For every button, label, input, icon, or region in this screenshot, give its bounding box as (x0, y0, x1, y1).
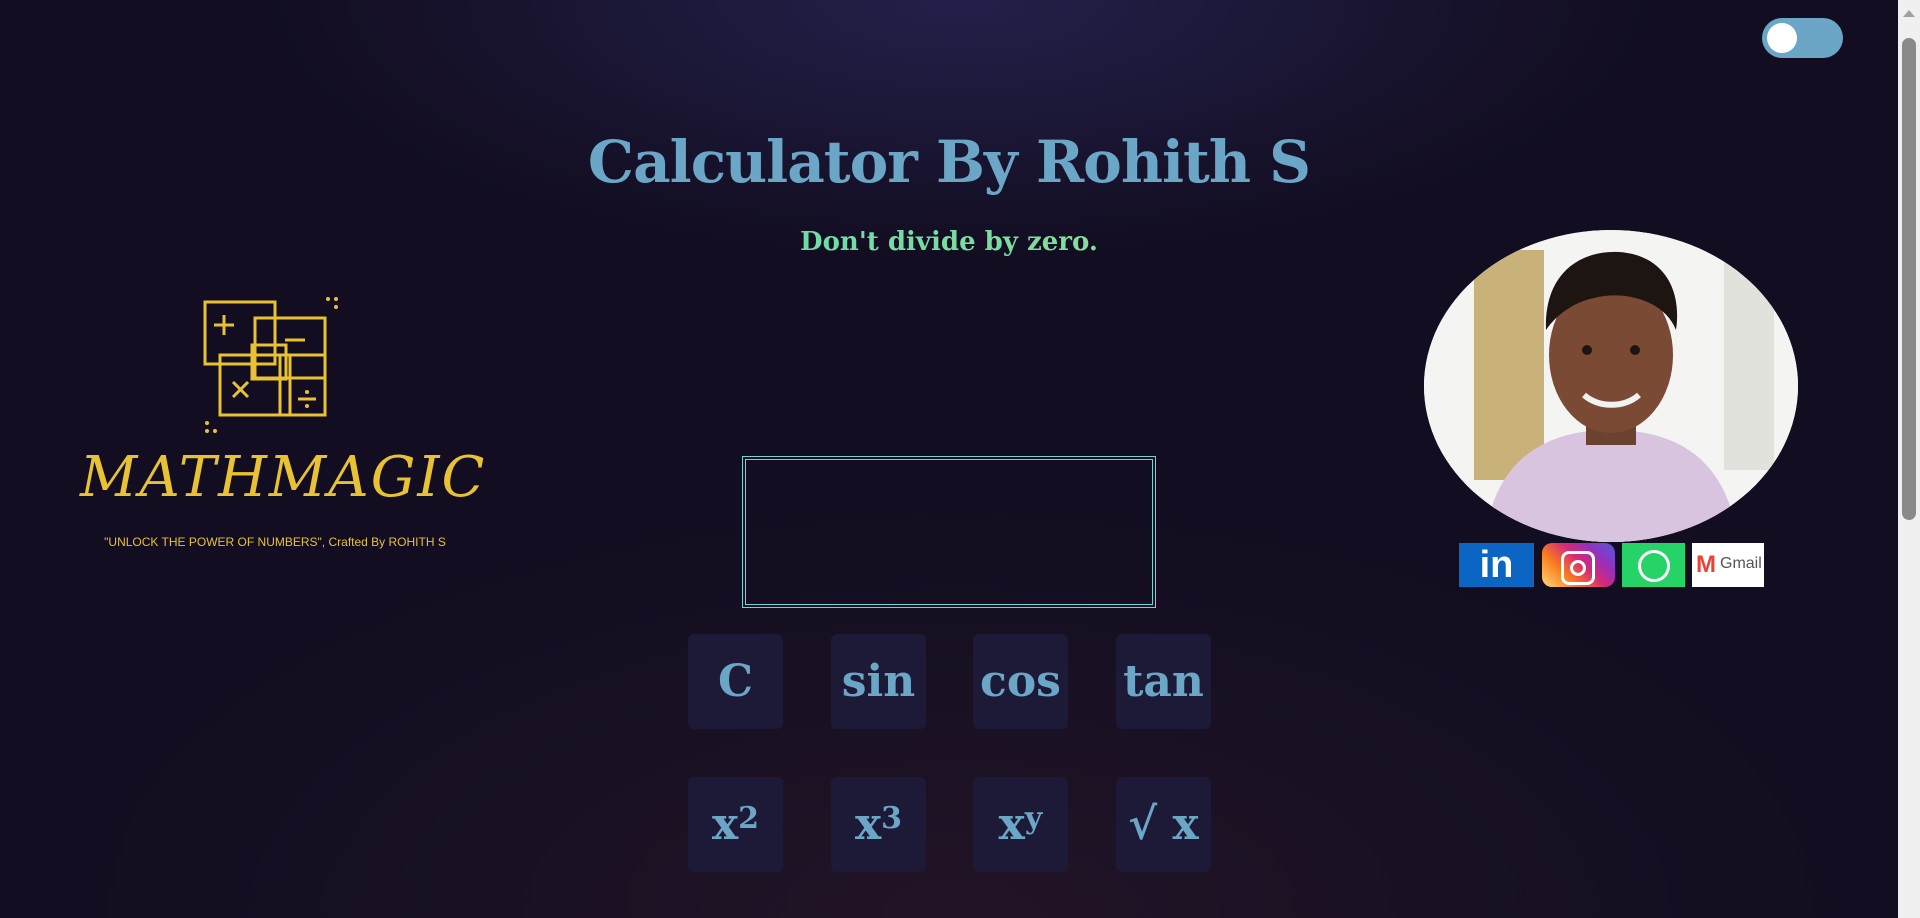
whatsapp-icon[interactable] (1622, 543, 1685, 587)
scroll-up-arrow-icon[interactable] (1903, 10, 1915, 17)
power-exponent: y (1024, 801, 1043, 836)
square-button[interactable]: x2 (688, 777, 783, 872)
linkedin-icon[interactable]: in (1459, 543, 1534, 587)
mathmagic-logo: MATHMAGIC "UNLOCK THE POWER OF NUMBERS",… (70, 295, 487, 555)
page-title: Calculator By Rohith S (587, 128, 1311, 196)
cube-exponent: 3 (881, 801, 903, 836)
sin-button[interactable]: sin (831, 634, 926, 729)
cos-button[interactable]: cos (973, 634, 1068, 729)
toggle-knob (1767, 23, 1797, 53)
tan-button[interactable]: tan (1116, 634, 1211, 729)
theme-toggle[interactable] (1762, 18, 1843, 58)
calculator-display[interactable] (742, 456, 1156, 608)
whatsapp-bubble (1638, 550, 1670, 582)
logo-tagline: "UNLOCK THE POWER OF NUMBERS", Crafted B… (104, 535, 446, 549)
cube-button[interactable]: x3 (831, 777, 926, 872)
scrollbar-thumb[interactable] (1902, 38, 1916, 520)
power-base: x (998, 799, 1025, 850)
sqrt-button[interactable]: √ x (1116, 777, 1211, 872)
profile-photo (1424, 230, 1798, 542)
square-base: x (711, 799, 739, 850)
vertical-scrollbar[interactable] (1898, 0, 1920, 918)
gmail-m-icon: M (1696, 551, 1716, 578)
gmail-label: Gmail (1720, 555, 1762, 572)
power-button[interactable]: xy (973, 777, 1068, 872)
cube-base: x (854, 799, 882, 850)
linkedin-label: in (1479, 544, 1514, 586)
logo-wordmark: MATHMAGIC (80, 445, 487, 510)
gmail-icon[interactable]: M Gmail (1692, 543, 1764, 587)
instagram-icon[interactable] (1542, 543, 1615, 587)
display-value (745, 459, 1153, 605)
math-operators-icon (203, 297, 338, 433)
square-exponent: 2 (738, 801, 760, 836)
person-avatar-icon (1424, 230, 1798, 542)
clear-button[interactable]: C (688, 634, 783, 729)
instagram-lens (1570, 560, 1586, 576)
